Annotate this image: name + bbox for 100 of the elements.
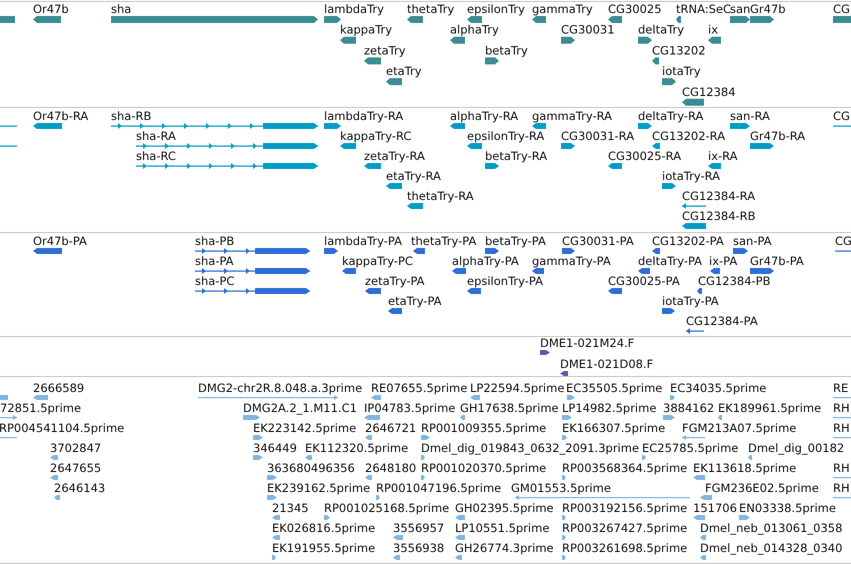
feature-glyph[interactable] (608, 163, 622, 169)
feature-glyph[interactable] (485, 163, 499, 169)
feature-label: epsilonTry-RA (467, 129, 544, 143)
feature-glyph[interactable] (608, 16, 622, 23)
feature-label: RP003568364.5prime (562, 461, 688, 475)
feature-glyph[interactable] (561, 143, 575, 149)
feature-glyph[interactable] (467, 288, 481, 294)
feature-glyph[interactable] (33, 123, 62, 129)
feature-glyph[interactable] (450, 36, 465, 44)
feature-label: EK166307.5prime (562, 421, 666, 435)
feature-glyph[interactable] (730, 16, 750, 23)
feature-label: alphaTry-RA (450, 109, 518, 123)
feature-glyph[interactable] (324, 248, 338, 254)
feature-glyph[interactable] (365, 288, 381, 294)
feature-label: deltaTry (638, 22, 684, 37)
feature-label: 2646143 (54, 481, 106, 495)
feature-glyph[interactable] (662, 183, 676, 189)
feature-label: CG (835, 234, 851, 248)
feature-glyph[interactable] (638, 36, 652, 44)
feature-glyph[interactable] (652, 143, 660, 149)
feature-label: kappaTry-RC (340, 129, 412, 143)
feature-label: CG12384-RB (682, 209, 756, 223)
feature-label: 2666589 (33, 381, 84, 395)
feature-glyph[interactable] (324, 123, 341, 129)
feature-label: Or47b (33, 2, 69, 16)
feature-glyph[interactable] (562, 248, 575, 254)
feature-glyph[interactable] (561, 36, 575, 44)
transcript-glyph[interactable] (136, 163, 318, 169)
feature-glyph[interactable] (733, 248, 748, 254)
feature-glyph[interactable] (532, 268, 544, 274)
feature-label: lambdaTry (324, 2, 384, 16)
feature-label: 21345 (272, 501, 309, 515)
transcript-glyph[interactable] (111, 123, 318, 129)
feature-glyph[interactable] (540, 350, 550, 355)
feature-glyph[interactable] (532, 16, 546, 23)
feature-glyph[interactable] (682, 98, 704, 106)
feature-glyph[interactable] (386, 78, 402, 86)
feature-glyph[interactable] (710, 268, 720, 274)
feature-glyph[interactable] (386, 183, 402, 189)
transcript-glyph[interactable] (195, 248, 310, 254)
feature-glyph[interactable] (485, 248, 499, 254)
feature-glyph[interactable] (364, 57, 381, 64)
feature-label: thetaTry-PA (411, 234, 476, 248)
feature-label: san (730, 2, 750, 16)
feature-glyph[interactable] (364, 163, 381, 169)
feature-glyph[interactable] (682, 223, 706, 229)
feature-label: 2646721 (365, 421, 416, 435)
feature-glyph[interactable] (686, 328, 704, 334)
feature-glyph[interactable] (342, 268, 356, 274)
feature-glyph[interactable] (750, 143, 774, 149)
feature-label: RE (833, 381, 848, 395)
feature-label: RE07655.5prime (371, 381, 468, 395)
feature-label: EK239162.5prime (267, 481, 370, 495)
feature-glyph[interactable] (662, 308, 675, 314)
feature-label: sha-RB (111, 109, 152, 123)
feature-label: san-RA (730, 109, 770, 123)
feature-label: 3556957 (393, 521, 444, 535)
feature-glyph[interactable] (485, 57, 499, 64)
feature-label: RP001047196.5prime (376, 481, 502, 495)
feature-glyph[interactable] (340, 36, 356, 44)
feature-label: EK112320.5prime (305, 441, 408, 455)
feature-glyph[interactable] (324, 16, 341, 23)
feature-glyph[interactable] (33, 16, 61, 23)
feature-label: betaTry-RA (485, 149, 548, 163)
feature-glyph[interactable] (730, 123, 750, 129)
feature-glyph[interactable] (560, 371, 568, 376)
feature-label: Dmel_dig_00182 (748, 441, 844, 455)
feature-glyph[interactable] (676, 16, 681, 23)
transcript-glyph[interactable] (195, 288, 310, 294)
feature-glyph[interactable] (638, 268, 650, 274)
feature-glyph[interactable] (407, 203, 423, 209)
feature-glyph[interactable] (407, 16, 423, 23)
transcript-glyph[interactable] (195, 268, 310, 274)
feature-glyph[interactable] (697, 288, 702, 294)
feature-glyph[interactable] (638, 123, 652, 129)
feature-label: GH02395.5prime (455, 501, 554, 515)
feature-glyph[interactable] (652, 57, 659, 64)
feature-glyph[interactable] (532, 123, 546, 129)
feature-glyph[interactable] (33, 248, 62, 254)
feature-glyph[interactable] (467, 16, 482, 23)
feature-label: DMG2A.2_1.M11.C1 (243, 401, 357, 415)
feature-glyph[interactable] (708, 163, 721, 169)
feature-glyph[interactable] (682, 203, 706, 209)
feature-glyph[interactable] (652, 248, 660, 254)
feature-label: deltaTry-RA (638, 109, 704, 123)
transcript-glyph[interactable] (136, 143, 318, 149)
feature-label: kappaTry (340, 22, 392, 37)
feature-glyph[interactable] (750, 268, 774, 274)
feature-glyph[interactable] (467, 143, 482, 149)
feature-glyph[interactable] (662, 78, 676, 86)
feature-glyph[interactable] (452, 268, 466, 274)
feature-glyph[interactable] (750, 16, 774, 23)
feature-glyph[interactable] (340, 143, 356, 149)
feature-glyph[interactable] (413, 248, 425, 254)
feature-label: 151706 (693, 501, 737, 515)
feature-glyph[interactable] (388, 308, 402, 314)
feature-glyph[interactable] (708, 36, 721, 44)
feature-glyph[interactable] (608, 288, 622, 294)
feature-label: CG (833, 2, 850, 16)
feature-glyph[interactable] (450, 123, 465, 129)
